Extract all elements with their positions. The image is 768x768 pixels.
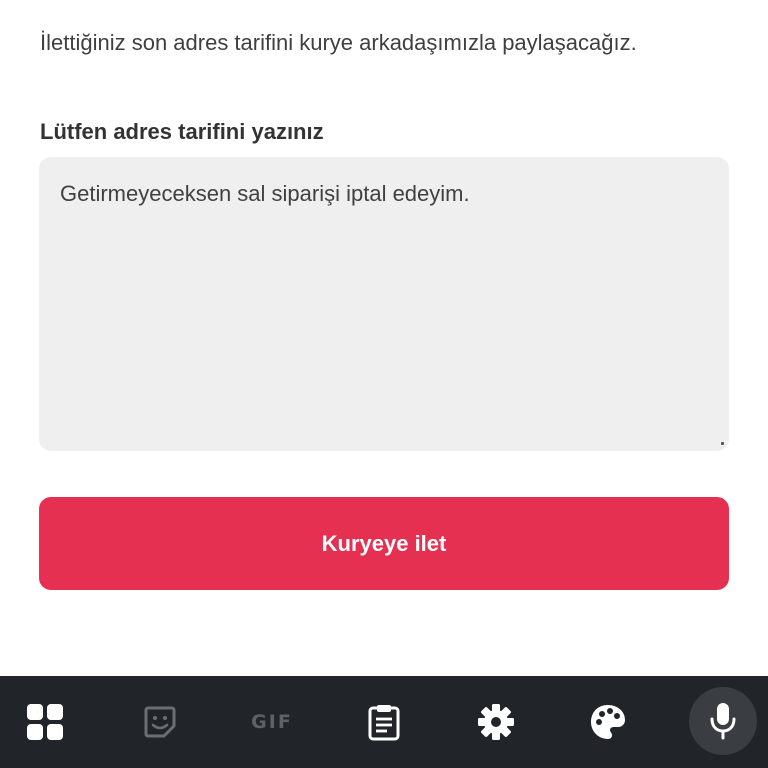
clipboard-icon[interactable] <box>354 692 414 752</box>
address-field-label: Lütfen adres tarifini yazınız <box>40 119 324 144</box>
keyboard-toolbar: GIF <box>0 676 768 768</box>
gif-label: GIF <box>251 711 293 733</box>
address-textarea[interactable]: Getirmeyeceksen sal siparişi iptal edeyi… <box>39 157 729 451</box>
info-text: İlettiğiniz son adres tarifini kurye ark… <box>40 30 637 55</box>
palette-icon[interactable] <box>578 692 638 752</box>
apps-grid-icon[interactable] <box>15 692 75 752</box>
settings-gear-icon[interactable] <box>466 692 526 752</box>
gif-button[interactable]: GIF <box>240 692 304 752</box>
forward-to-courier-button[interactable]: Kuryeye ilet <box>39 497 729 590</box>
microphone-icon[interactable] <box>689 687 757 755</box>
sticker-icon[interactable] <box>130 692 190 752</box>
textarea-resize-handle[interactable] <box>721 442 724 445</box>
